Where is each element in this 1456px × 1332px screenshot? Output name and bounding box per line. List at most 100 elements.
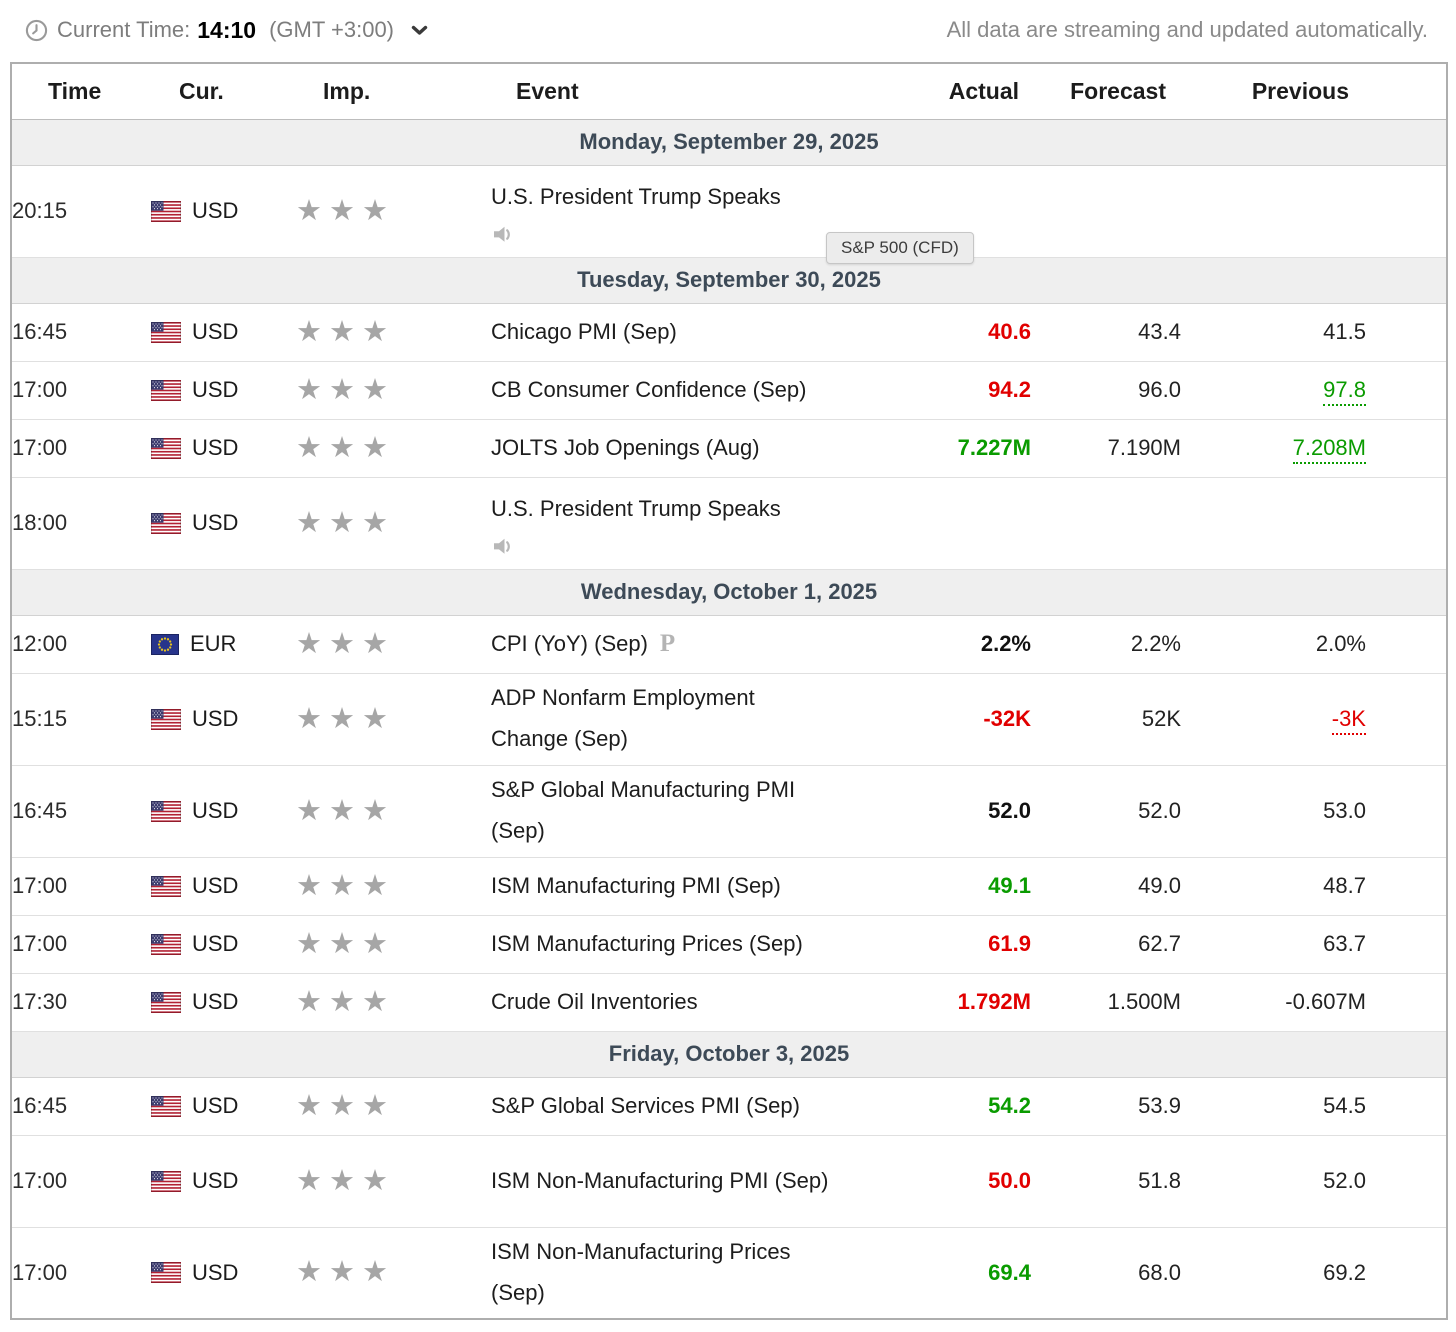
us-flag-icon bbox=[151, 875, 181, 897]
us-flag-icon bbox=[151, 321, 181, 343]
event-time: 17:00 bbox=[11, 419, 151, 478]
row-gutter bbox=[1366, 615, 1447, 674]
streaming-note: All data are streaming and updated autom… bbox=[946, 17, 1428, 42]
calendar-table: Time Cur. Imp. Event Actual Forecast Pre… bbox=[10, 62, 1448, 1320]
row-gutter bbox=[1366, 1077, 1447, 1136]
event-name[interactable]: S&P Global Manufacturing PMI (Sep) bbox=[491, 770, 837, 851]
event-name[interactable]: Crude Oil Inventories bbox=[491, 982, 698, 1023]
currency-cell: USD bbox=[151, 706, 296, 732]
event-name[interactable]: Chicago PMI (Sep) bbox=[491, 312, 677, 353]
preliminary-icon: P bbox=[659, 629, 676, 657]
row-gutter bbox=[1366, 1135, 1447, 1228]
forecast-value: 52.0 bbox=[1138, 798, 1181, 823]
importance-stars-icon: ★★★ bbox=[296, 627, 395, 660]
forecast-value: 96.0 bbox=[1138, 377, 1181, 402]
event-name[interactable]: ADP Nonfarm Employment Change (Sep) bbox=[491, 678, 837, 759]
day-separator-label: Monday, September 29, 2025 bbox=[11, 118, 1447, 166]
event-name[interactable]: CB Consumer Confidence (Sep) bbox=[491, 370, 806, 411]
currency-cell: USD bbox=[151, 198, 296, 224]
actual-value: 1.792M bbox=[957, 989, 1031, 1014]
us-flag-icon bbox=[151, 933, 181, 955]
current-time-group: Current Time: 14:10 (GMT +3:00) bbox=[25, 17, 428, 44]
currency-cell: USD bbox=[151, 798, 296, 824]
previous-value[interactable]: -3K bbox=[1331, 706, 1366, 735]
event-time: 17:00 bbox=[11, 915, 151, 974]
currency-code: USD bbox=[192, 198, 239, 223]
instrument-tooltip: S&P 500 (CFD) bbox=[826, 232, 974, 264]
actual-value: 50.0 bbox=[988, 1168, 1031, 1193]
event-name[interactable]: ISM Non-Manufacturing PMI (Sep) bbox=[491, 1161, 828, 1202]
actual-value: 52.0 bbox=[988, 798, 1031, 823]
currency-cell: USD bbox=[151, 1168, 296, 1194]
calendar-body: Monday, September 29, 2025 20:15 USD ★★★ U.S… bbox=[11, 118, 1447, 1320]
event-row: 16:45 USD ★★★ S&P Global Services PMI (Sep)… bbox=[11, 1077, 1447, 1136]
event-time: 17:00 bbox=[11, 1135, 151, 1228]
col-header-event: Event bbox=[491, 63, 916, 120]
us-flag-icon bbox=[151, 437, 181, 459]
currency-code: USD bbox=[192, 989, 239, 1014]
currency-code: USD bbox=[192, 377, 239, 402]
row-gutter bbox=[1366, 857, 1447, 916]
forecast-value: 43.4 bbox=[1138, 319, 1181, 344]
timezone-dropdown-toggle[interactable] bbox=[411, 25, 428, 36]
event-time: 17:00 bbox=[11, 1227, 151, 1320]
event-name[interactable]: JOLTS Job Openings (Aug) bbox=[491, 428, 760, 469]
actual-value: 94.2 bbox=[988, 377, 1031, 402]
importance-stars-icon: ★★★ bbox=[296, 373, 395, 406]
forecast-value: 2.2% bbox=[1130, 631, 1181, 656]
event-row: 17:00 USD ★★★ ISM Manufacturing PMI (Sep) 49… bbox=[11, 857, 1447, 916]
importance-stars-icon: ★★★ bbox=[296, 794, 395, 827]
importance-stars-icon: ★★★ bbox=[296, 1164, 395, 1197]
speaker-icon[interactable] bbox=[491, 536, 916, 557]
event-name[interactable]: ISM Non-Manufacturing Prices (Sep) bbox=[491, 1232, 837, 1313]
day-separator-label: Friday, October 3, 2025 bbox=[11, 1030, 1447, 1078]
day-separator-label: Wednesday, October 1, 2025 bbox=[11, 568, 1447, 616]
forecast-value: 1.500M bbox=[1107, 989, 1181, 1014]
timezone-label: (GMT +3:00) bbox=[269, 17, 395, 42]
us-flag-icon bbox=[151, 991, 181, 1013]
us-flag-icon bbox=[151, 708, 181, 730]
event-row: 17:00 USD ★★★ CB Consumer Confidence (Sep) 9… bbox=[11, 361, 1447, 420]
clock-icon bbox=[25, 19, 48, 42]
previous-value: 69.2 bbox=[1323, 1259, 1366, 1285]
us-flag-icon bbox=[151, 379, 181, 401]
importance-stars-icon: ★★★ bbox=[296, 1256, 395, 1289]
us-flag-icon bbox=[151, 1262, 181, 1284]
event-name[interactable]: U.S. President Trump Speaks bbox=[491, 489, 781, 530]
event-time: 17:00 bbox=[11, 857, 151, 916]
currency-code: USD bbox=[192, 319, 239, 344]
actual-value: 69.4 bbox=[988, 1259, 1031, 1285]
currency-cell: USD bbox=[151, 319, 296, 345]
previous-value: 63.7 bbox=[1323, 931, 1366, 956]
event-name[interactable]: ISM Manufacturing Prices (Sep) bbox=[491, 924, 803, 965]
currency-cell: EUR bbox=[151, 631, 296, 657]
event-row: 15:15 USD ★★★ ADP Nonfarm Employment Change… bbox=[11, 673, 1447, 766]
actual-value: -32K bbox=[983, 706, 1031, 731]
event-row: 17:00 USD ★★★ ISM Manufacturing Prices (Sep… bbox=[11, 915, 1447, 974]
previous-value[interactable]: 97.8 bbox=[1323, 377, 1366, 406]
previous-value[interactable]: 7.208M bbox=[1292, 435, 1366, 464]
row-gutter bbox=[1366, 419, 1447, 478]
economic-calendar: Time Cur. Imp. Event Actual Forecast Pre… bbox=[10, 62, 1448, 1320]
previous-value: -0.607M bbox=[1285, 989, 1366, 1014]
event-name[interactable]: S&P Global Services PMI (Sep) bbox=[491, 1086, 800, 1127]
row-gutter bbox=[1366, 361, 1447, 420]
previous-value: 52.0 bbox=[1323, 1168, 1366, 1193]
currency-code: USD bbox=[192, 435, 239, 460]
day-separator-label: Tuesday, September 30, 2025 bbox=[11, 256, 1447, 304]
row-gutter bbox=[1366, 915, 1447, 974]
previous-value: 48.7 bbox=[1323, 873, 1366, 898]
importance-stars-icon: ★★★ bbox=[296, 431, 395, 464]
forecast-value: 53.9 bbox=[1138, 1093, 1181, 1118]
event-name[interactable]: ISM Manufacturing PMI (Sep) bbox=[491, 866, 781, 907]
day-separator-row: Tuesday, September 30, 2025 bbox=[11, 256, 1447, 304]
previous-value: 41.5 bbox=[1323, 319, 1366, 344]
actual-value: 40.6 bbox=[988, 319, 1031, 344]
event-name[interactable]: U.S. President Trump Speaks bbox=[491, 177, 781, 218]
col-header-importance: Imp. bbox=[296, 63, 491, 120]
row-gutter bbox=[1366, 477, 1447, 570]
importance-stars-icon: ★★★ bbox=[296, 506, 395, 539]
forecast-value: 68.0 bbox=[1138, 1259, 1181, 1285]
actual-value: 49.1 bbox=[988, 873, 1031, 898]
event-name[interactable]: CPI (YoY) (Sep) bbox=[491, 624, 648, 665]
